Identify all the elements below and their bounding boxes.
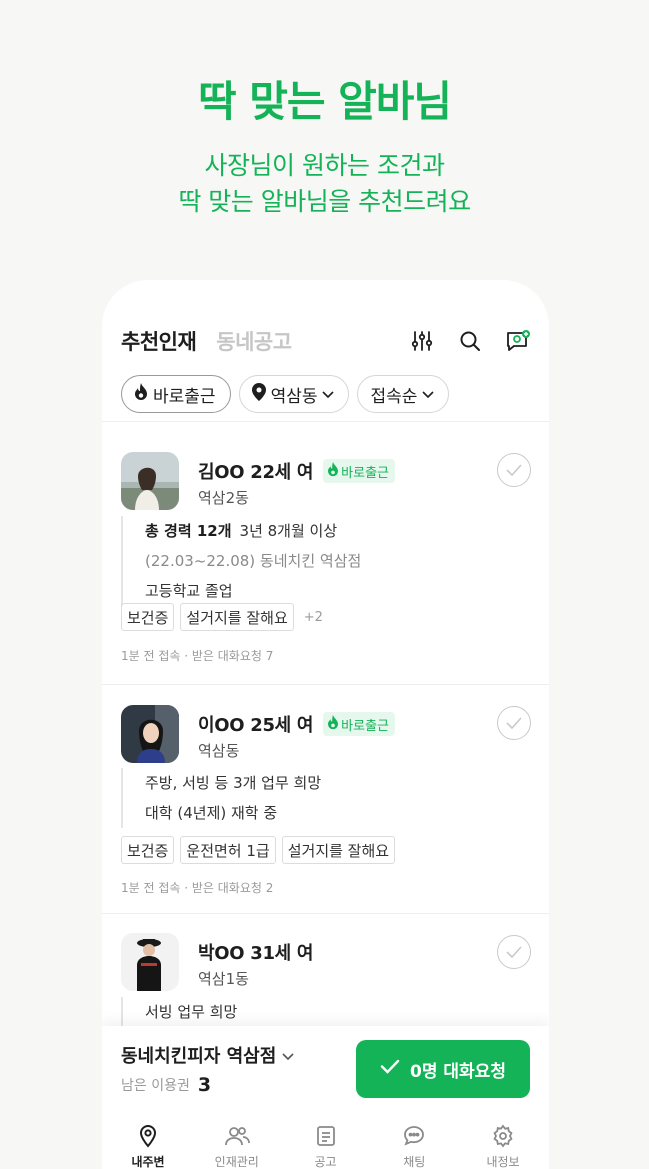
nav-label: 내주변 bbox=[131, 1155, 165, 1169]
candidate-name: 이OO 25세 여 bbox=[198, 715, 314, 736]
gear-icon bbox=[491, 1124, 515, 1151]
bottom-action-panel: 동네치킨피자 역삼점 남은 이용권 3 0명 대화요청 bbox=[102, 1026, 549, 1116]
hero-title: 딱 맞는 알바님 bbox=[197, 77, 452, 126]
bottom-nav: 내주변 인재관리 공고 채팅 내정보 bbox=[102, 1116, 549, 1169]
career-label: 총 경력 12개 bbox=[145, 522, 232, 540]
nav-label: 인재관리 bbox=[214, 1155, 259, 1169]
avatar bbox=[121, 452, 179, 510]
education: 대학 (4년제) 재학 중 bbox=[145, 804, 278, 822]
hero-subtitle-line-1: 사장님이 원하는 조건과 bbox=[204, 151, 445, 180]
filter-immediate-start[interactable]: 바로출근 bbox=[121, 375, 231, 413]
candidate-header: 김OO 22세 여 바로출근 bbox=[198, 458, 396, 484]
education: 고등학교 졸업 bbox=[145, 582, 233, 600]
chevron-down-icon bbox=[322, 384, 335, 404]
candidate-tags: 보건증 설거지를 잘해요 +2 bbox=[121, 603, 323, 631]
remaining-tickets: 남은 이용권 3 bbox=[121, 1074, 211, 1096]
career-summary: 총 경력 12개 3년 8개월 이상 bbox=[145, 516, 361, 546]
candidate-name: 김OO 22세 여 bbox=[198, 462, 314, 483]
location-icon bbox=[136, 1124, 160, 1151]
document-icon bbox=[314, 1124, 338, 1151]
badge-label: 바로출근 bbox=[341, 465, 390, 481]
select-checkbox[interactable] bbox=[497, 706, 531, 740]
hero-subtitle: 사장님이 원하는 조건과 딱 맞는 알바님을 추천드려요 bbox=[0, 148, 649, 220]
tag: 보건증 bbox=[121, 836, 175, 864]
tag: 설거지를 잘해요 bbox=[281, 836, 396, 864]
filter-label: 접속순 bbox=[370, 386, 418, 407]
filter-sort[interactable]: 접속순 bbox=[357, 375, 450, 413]
tag: 설거지를 잘해요 bbox=[180, 603, 294, 631]
career-detail: (22.03~22.08) 동네치킨 역삼점 bbox=[145, 552, 362, 570]
candidate-header: 박OO 31세 여 bbox=[198, 939, 313, 965]
chat-icon bbox=[402, 1124, 426, 1151]
chevron-down-icon bbox=[422, 384, 434, 404]
check-icon bbox=[506, 461, 522, 480]
nav-label: 채팅 bbox=[403, 1155, 426, 1169]
nav-job-posts[interactable]: 공고 bbox=[286, 1116, 366, 1169]
tags-more-count: +2 bbox=[303, 609, 323, 625]
flame-icon bbox=[327, 714, 339, 734]
filter-label: 역삼동 bbox=[270, 386, 318, 407]
filter-label: 바로출근 bbox=[153, 386, 216, 407]
filter-icon[interactable] bbox=[409, 328, 435, 354]
immediate-start-badge: 바로출근 bbox=[323, 712, 396, 736]
flame-icon bbox=[134, 382, 148, 406]
check-icon bbox=[380, 1059, 400, 1079]
location-pin-icon bbox=[251, 382, 266, 406]
candidate-details: 서빙 업무 희망 bbox=[121, 997, 237, 1027]
candidate-meta: 1분 전 접속 · 받은 대화요청 2 bbox=[121, 881, 274, 895]
cta-label: 0명 대화요청 bbox=[410, 1061, 506, 1082]
candidate-name: 박OO 31세 여 bbox=[198, 943, 314, 964]
search-icon[interactable] bbox=[457, 328, 483, 354]
filter-location[interactable]: 역삼동 bbox=[238, 375, 350, 413]
candidate-details: 총 경력 12개 3년 8개월 이상 (22.03~22.08) 동네치킨 역삼점… bbox=[121, 516, 361, 606]
badge-label: 바로출근 bbox=[341, 718, 390, 734]
nav-talent-management[interactable]: 인재관리 bbox=[197, 1116, 277, 1169]
remaining-label: 남은 이용권 bbox=[121, 1078, 190, 1094]
nav-label: 내정보 bbox=[486, 1155, 520, 1169]
hero-subtitle-line-2: 딱 맞는 알바님을 추천드려요 bbox=[178, 187, 471, 216]
store-selector[interactable]: 동네치킨피자 역삼점 bbox=[121, 1042, 294, 1068]
avatar bbox=[121, 933, 179, 991]
store-name: 동네치킨피자 역삼점 bbox=[121, 1046, 277, 1067]
check-icon bbox=[506, 714, 522, 733]
tab-recommended-talent[interactable]: 추천인재 bbox=[121, 326, 197, 356]
candidate-card[interactable]: 김OO 22세 여 바로출근 역삼2동 총 경력 12개 3년 8개월 이상 (2… bbox=[102, 421, 549, 684]
request-chat-button[interactable]: 0명 대화요청 bbox=[356, 1040, 530, 1098]
tag: 보건증 bbox=[121, 603, 175, 631]
select-checkbox[interactable] bbox=[497, 453, 531, 487]
career-value: 3년 8개월 이상 bbox=[239, 522, 338, 540]
candidate-header: 이OO 25세 여 바로출근 bbox=[198, 711, 396, 737]
candidate-meta: 1분 전 접속 · 받은 대화요청 7 bbox=[121, 649, 274, 663]
candidate-location: 역삼2동 bbox=[198, 489, 249, 507]
tab-local-jobs[interactable]: 동네공고 bbox=[216, 326, 292, 356]
top-actions bbox=[409, 328, 531, 354]
chevron-down-icon bbox=[282, 1045, 294, 1066]
flame-icon bbox=[327, 461, 339, 481]
candidate-card[interactable]: 박OO 31세 여 역삼1동 서빙 업무 희망 bbox=[102, 913, 549, 1027]
candidate-details: 주방, 서빙 등 3개 업무 희망 대학 (4년제) 재학 중 bbox=[121, 768, 321, 828]
candidate-card[interactable]: 이OO 25세 여 바로출근 역삼동 주방, 서빙 등 3개 업무 희망 대학 … bbox=[102, 684, 549, 913]
people-icon bbox=[224, 1124, 250, 1151]
top-bar: 추천인재 동네공고 bbox=[121, 324, 531, 358]
nav-chat[interactable]: 채팅 bbox=[374, 1116, 454, 1169]
job-wish: 주방, 서빙 등 3개 업무 희망 bbox=[145, 774, 322, 792]
remaining-count: 3 bbox=[197, 1074, 212, 1096]
candidate-location: 역삼동 bbox=[198, 742, 240, 760]
tag: 운전면허 1급 bbox=[180, 836, 276, 864]
filter-chips: 바로출근 역삼동 접속순 bbox=[121, 375, 450, 413]
candidate-location: 역삼1동 bbox=[198, 970, 249, 988]
select-checkbox[interactable] bbox=[497, 935, 531, 969]
phone-screen: 추천인재 동네공고 바로출근 역삼동 접속순 김OO 22세 여 바로출근 역삼… bbox=[102, 280, 549, 1169]
job-wish: 서빙 업무 희망 bbox=[145, 1003, 238, 1021]
candidate-tags: 보건증 운전면허 1급 설거지를 잘해요 bbox=[121, 836, 396, 864]
nav-nearby[interactable]: 내주변 bbox=[108, 1116, 188, 1169]
chat-add-icon[interactable] bbox=[505, 328, 531, 354]
check-icon bbox=[506, 943, 522, 962]
nav-my-info[interactable]: 내정보 bbox=[463, 1116, 543, 1169]
avatar bbox=[121, 705, 179, 763]
nav-label: 공고 bbox=[314, 1155, 337, 1169]
immediate-start-badge: 바로출근 bbox=[323, 459, 396, 483]
